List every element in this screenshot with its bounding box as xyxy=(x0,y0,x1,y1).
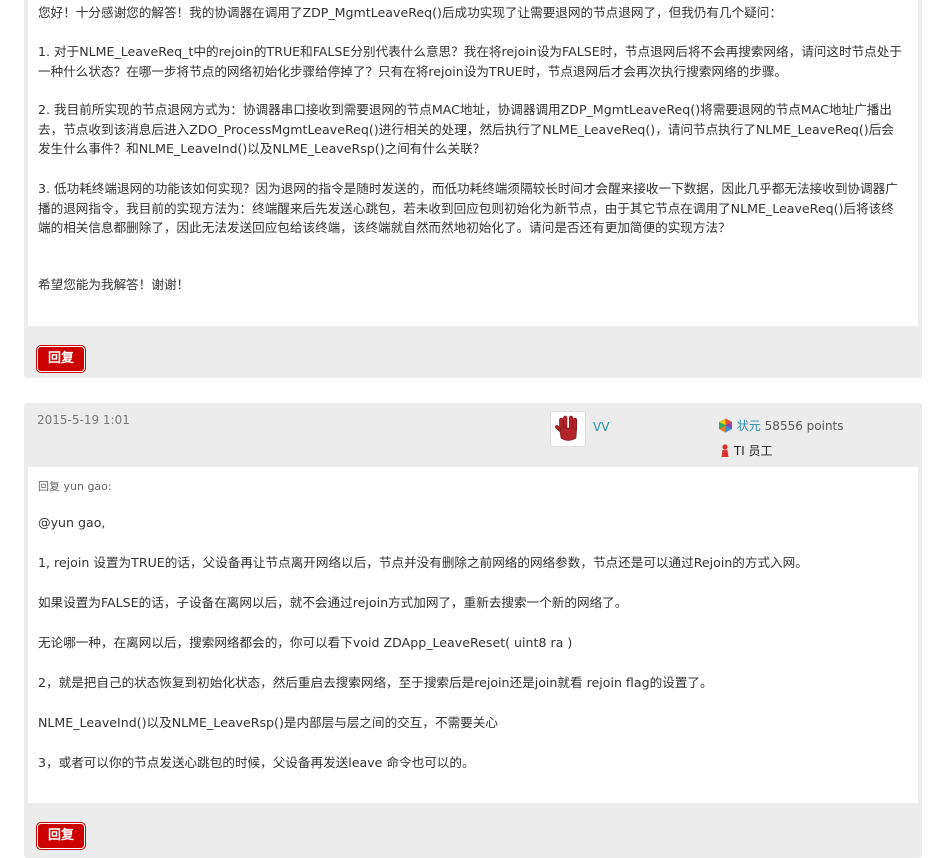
post-content: 回复 yun gao: @yun gao, 1, rejoin 设置为TRUE的… xyxy=(28,467,918,803)
post-paragraph: 无论哪一种，在离网以后，搜索网络都会的，你可以看下void ZDApp_Leav… xyxy=(38,635,573,650)
post-card: 2015-5-19 1:01 VV 状元 58556 points TI 员工 … xyxy=(24,403,922,858)
badge-label: TI 员工 xyxy=(733,444,773,458)
post-card: 您好！十分感谢您的解答！我的协调器在调用了ZDP_MgmtLeaveReq()后… xyxy=(24,0,922,378)
ti-employee-badge: TI 员工 xyxy=(720,442,773,459)
vulcan-salute-hand-icon xyxy=(554,415,578,441)
user-rank: 状元 58556 points xyxy=(718,417,844,434)
post-paragraph: 1, rejoin 设置为TRUE的话，父设备再让节点离开网络以后，节点并没有删… xyxy=(38,555,808,570)
post-paragraph: NLME_LeaveInd()以及NLME_LeaveRsp()是内部层与层之间… xyxy=(38,715,498,730)
post-date: 2015-5-19 1:01 xyxy=(37,413,130,427)
post-paragraph: 如果设置为FALSE的话，子设备在离网以后，就不会通过rejoin方式加网了，重… xyxy=(38,595,628,610)
post-paragraph: 2. 我目前所实现的节点退网方式为：协调器串口接收到需要退网的节点MAC地址，协… xyxy=(38,102,894,156)
reply-to-label: 回复 yun gao: xyxy=(38,480,112,493)
author-name[interactable]: VV xyxy=(593,420,609,434)
user-points: 58556 points xyxy=(764,419,844,433)
post-paragraph: 希望您能为我解答！谢谢！ xyxy=(38,277,190,292)
reply-button[interactable]: 回复 xyxy=(37,823,85,849)
rank-diamond-icon xyxy=(719,418,732,433)
ti-employee-icon xyxy=(721,444,729,457)
post-paragraph: 1. 对于NLME_LeaveReq_t中的rejoin的TRUE和FALSE分… xyxy=(38,44,902,79)
avatar[interactable] xyxy=(550,411,586,447)
post-paragraph: 2，就是把自己的状态恢复到初始化状态，然后重启去搜索网络，至于搜索后是rejoi… xyxy=(38,675,713,690)
post-paragraph: @yun gao, xyxy=(38,515,106,530)
post-paragraph: 3. 低功耗终端退网的功能该如何实现？因为退网的指令是随时发送的，而低功耗终端须… xyxy=(38,181,898,235)
post-paragraph: 3，或者可以你的节点发送心跳包的时候，父设备再发送leave 命令也可以的。 xyxy=(38,755,475,770)
post-content: 您好！十分感谢您的解答！我的协调器在调用了ZDP_MgmtLeaveReq()后… xyxy=(28,0,918,326)
post-paragraph: 您好！十分感谢您的解答！我的协调器在调用了ZDP_MgmtLeaveReq()后… xyxy=(38,5,782,20)
rank-name[interactable]: 状元 xyxy=(737,419,761,433)
reply-button[interactable]: 回复 xyxy=(37,346,85,372)
